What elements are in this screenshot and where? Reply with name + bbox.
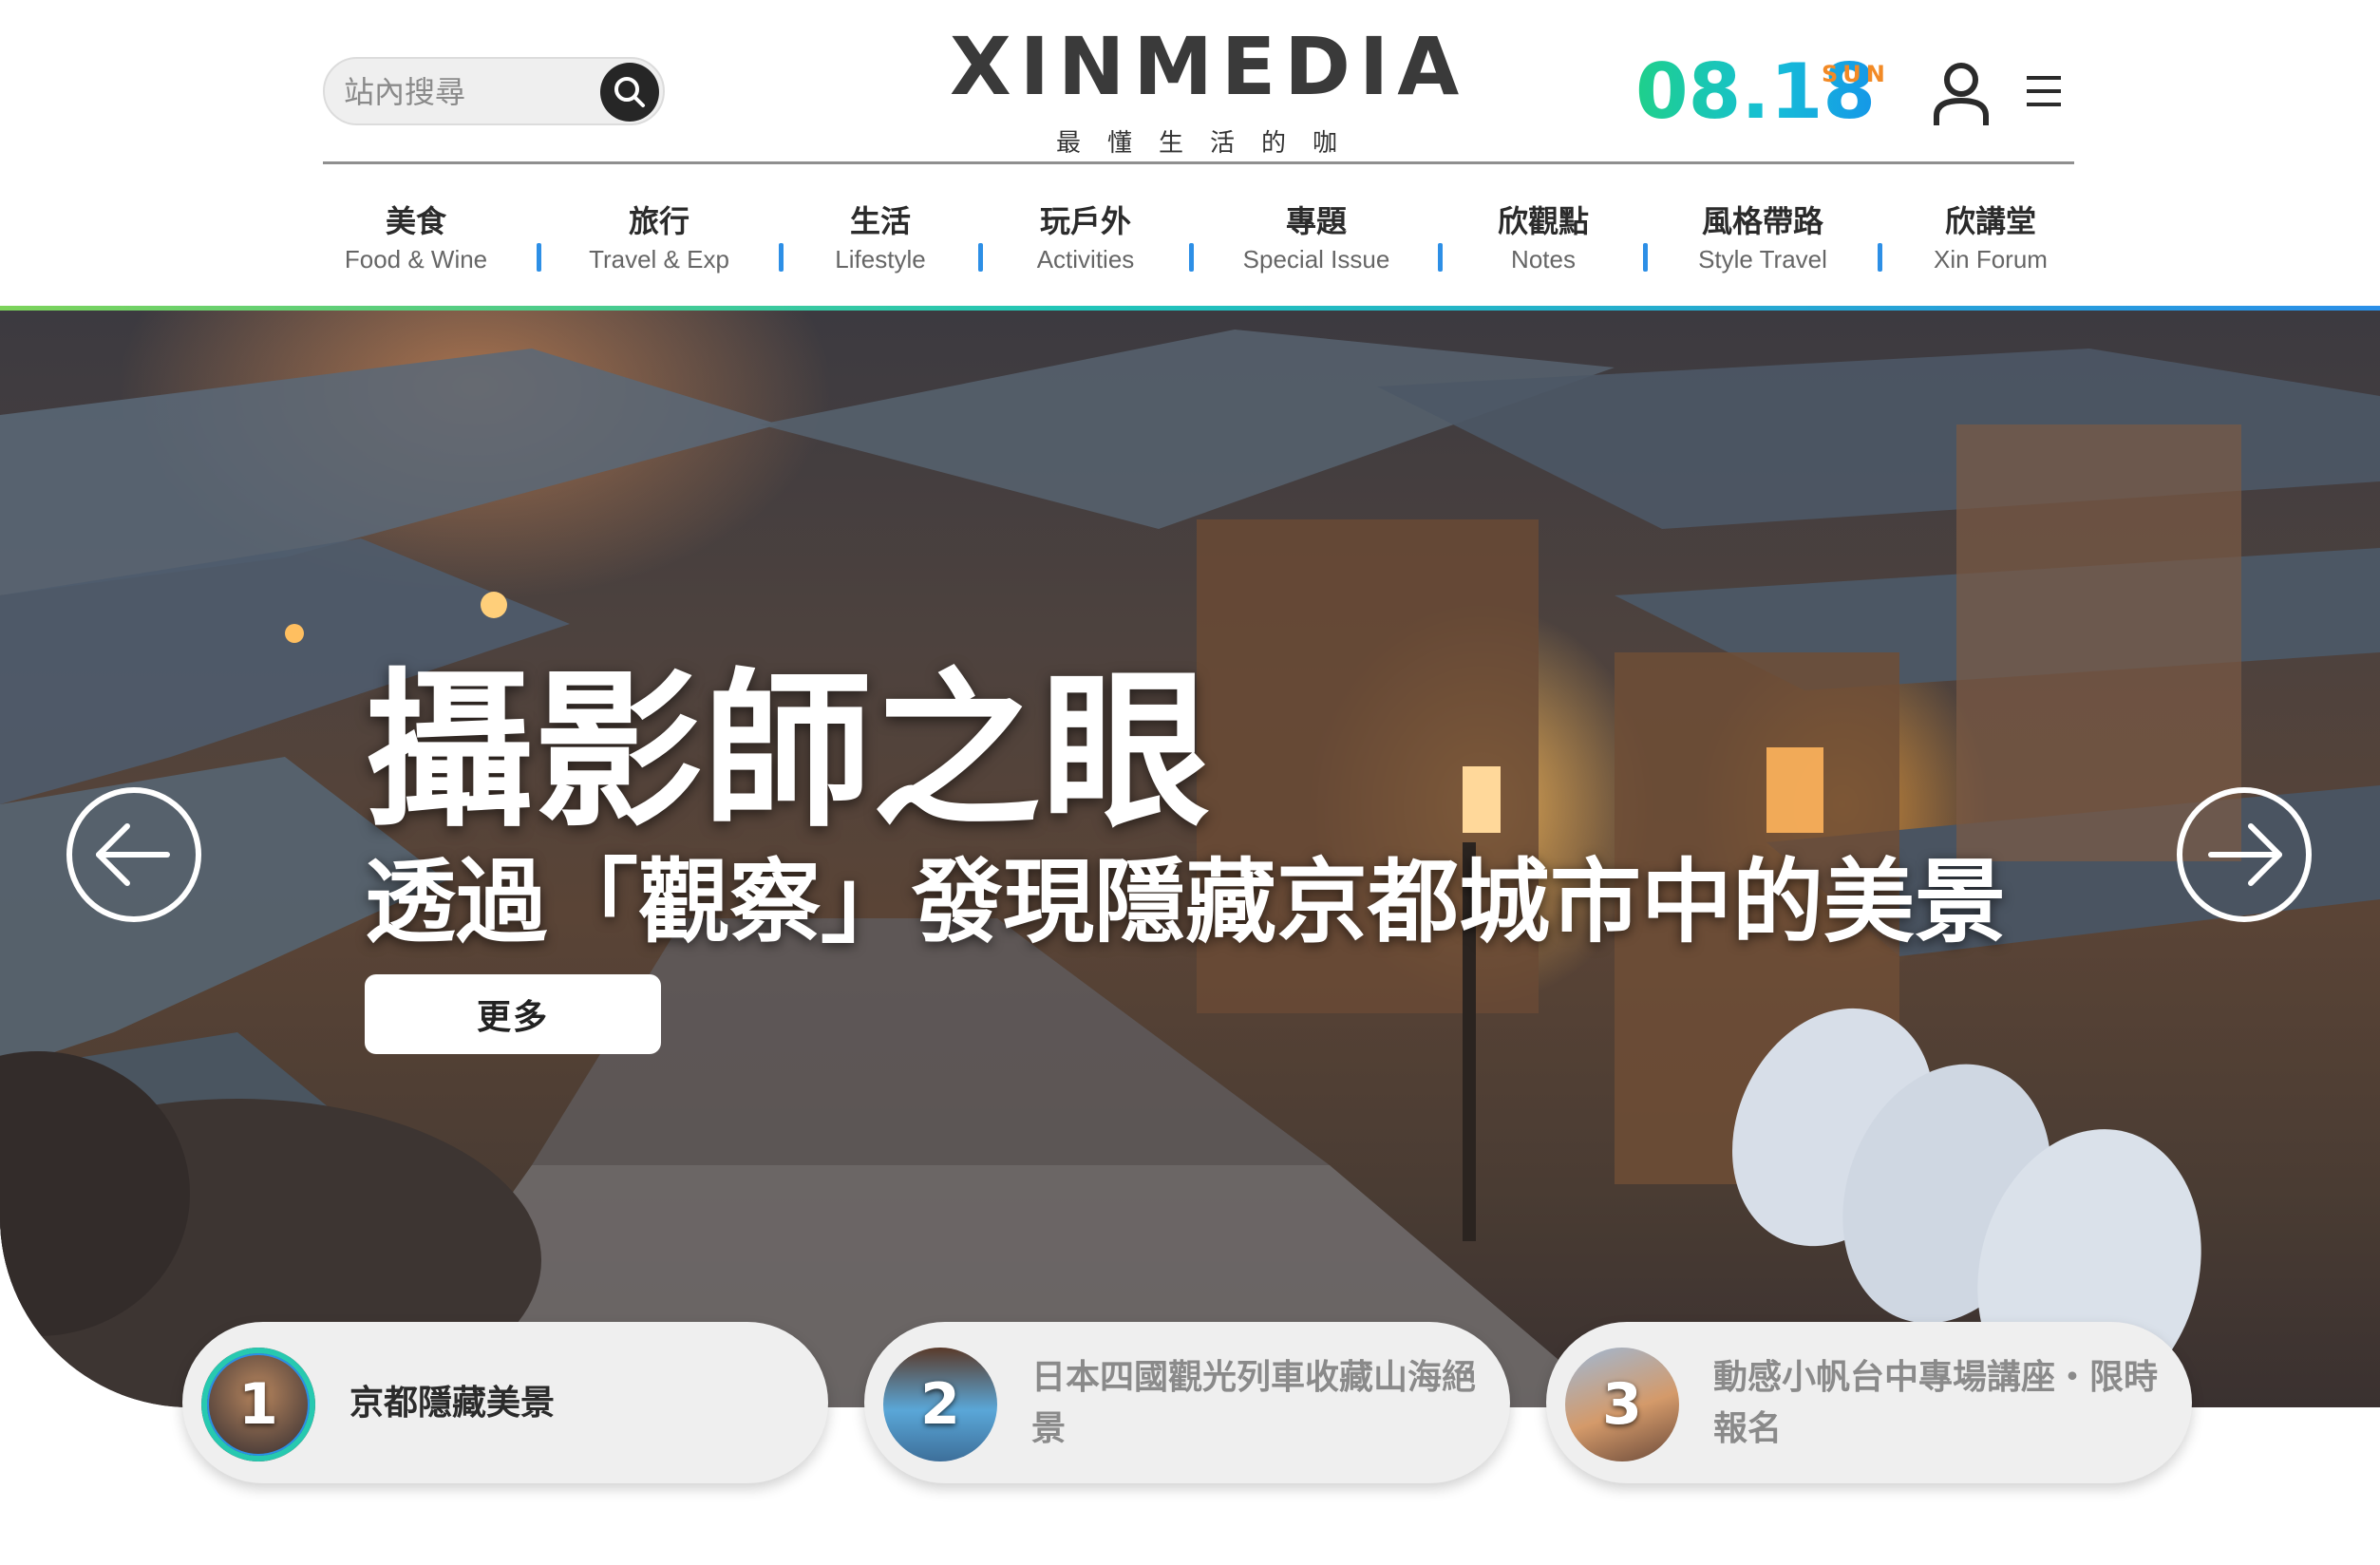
hamburger-menu-icon[interactable] [2025, 72, 2063, 110]
brand-tagline: 最懂生活的咖 [1055, 129, 1364, 158]
nav-label-en: Food & Wine [344, 245, 488, 273]
feature-thumbnail: 1 [201, 1348, 315, 1461]
feature-number: 1 [238, 1371, 278, 1438]
nav-item-activities[interactable]: 玩戶外 Activities [1037, 199, 1135, 275]
search-input[interactable] [344, 68, 581, 116]
search-button[interactable] [600, 63, 659, 122]
arrow-right-icon[interactable] [2175, 785, 2314, 924]
nav-separator [537, 243, 541, 272]
nav-separator [1438, 243, 1443, 272]
nav-item-lifestyle[interactable]: 生活 Lifestyle [835, 199, 925, 275]
nav-item-special-issue[interactable]: 專題 Special Issue [1243, 199, 1390, 275]
nav-label-en: Xin Forum [1934, 245, 2048, 273]
nav-item-style-travel[interactable]: 風格帶路 Style Travel [1698, 199, 1827, 275]
nav-label-en: Notes [1511, 245, 1576, 273]
main-nav: 美食 Food & Wine 旅行 Travel & Exp 生活 Lifest… [323, 199, 2074, 285]
feature-card-2[interactable]: 2 日本四國觀光列車收藏山海絕景 [864, 1322, 1510, 1483]
nav-label-en: Special Issue [1242, 245, 1390, 273]
feature-title: 動感小帆台中專場講座・限時報名 [1713, 1357, 2159, 1448]
nav-item-travel[interactable]: 旅行 Travel & Exp [589, 199, 729, 275]
feature-card-1[interactable]: 1 京都隱藏美景 [182, 1322, 828, 1483]
nav-label-en: Activities [1036, 245, 1135, 273]
nav-item-xin-forum[interactable]: 欣講堂 Xin Forum [1934, 199, 2048, 275]
nav-item-notes[interactable]: 欣觀點 Notes [1498, 199, 1589, 275]
feature-number: 2 [920, 1371, 960, 1438]
hero-subtitle: 透過「觀察」發現隱藏京都城市中的美景 [365, 848, 2006, 955]
nav-separator [1878, 243, 1882, 272]
nav-separator [1189, 243, 1194, 272]
nav-label-zh: 專題 [1285, 203, 1347, 239]
nav-label-en: Travel & Exp [589, 245, 729, 273]
nav-label-en: Style Travel [1698, 245, 1827, 273]
brand-name: XINMEDIA [950, 20, 1468, 113]
feature-title: 日本四國觀光列車收藏山海絕景 [1031, 1357, 1477, 1448]
brand-logo[interactable]: XINMEDIA 最懂生活的咖 [950, 20, 1468, 159]
nav-separator [1643, 243, 1648, 272]
nav-label-zh: 欣講堂 [1944, 203, 2037, 239]
arrow-left-icon[interactable] [65, 785, 203, 924]
nav-separator [779, 243, 784, 272]
hero-banner: 攝影師之眼 透過「觀察」發現隱藏京都城市中的美景 更多 [0, 311, 2380, 1407]
nav-label-zh: 玩戶外 [1039, 203, 1132, 239]
user-icon[interactable] [1932, 61, 1991, 127]
search-box [323, 57, 665, 125]
header-divider [323, 161, 2074, 164]
weekday-label: SUN [1822, 61, 1890, 87]
hero-title: 攝影師之眼 [365, 651, 1210, 850]
nav-label-zh: 旅行 [628, 203, 689, 239]
feature-thumbnail: 2 [883, 1348, 997, 1461]
nav-label-en: Lifestyle [835, 245, 926, 273]
feature-title: 京都隱藏美景 [349, 1383, 556, 1423]
featured-stories: 1 京都隱藏美景 2 日本四國觀光列車收藏山海絕景 3 動感小帆台中專場講座・限… [0, 1322, 2380, 1493]
nav-separator [978, 243, 983, 272]
more-button[interactable]: 更多 [365, 974, 661, 1054]
feature-thumbnail: 3 [1565, 1348, 1679, 1461]
feature-card-3[interactable]: 3 動感小帆台中專場講座・限時報名 [1546, 1322, 2192, 1483]
nav-label-zh: 欣觀點 [1497, 203, 1590, 239]
feature-number: 3 [1602, 1371, 1642, 1438]
nav-label-zh: 風格帶路 [1701, 203, 1824, 239]
nav-label-zh: 美食 [385, 203, 447, 239]
nav-label-zh: 生活 [849, 203, 912, 239]
nav-item-food[interactable]: 美食 Food & Wine [345, 199, 487, 275]
search-icon [614, 77, 645, 107]
